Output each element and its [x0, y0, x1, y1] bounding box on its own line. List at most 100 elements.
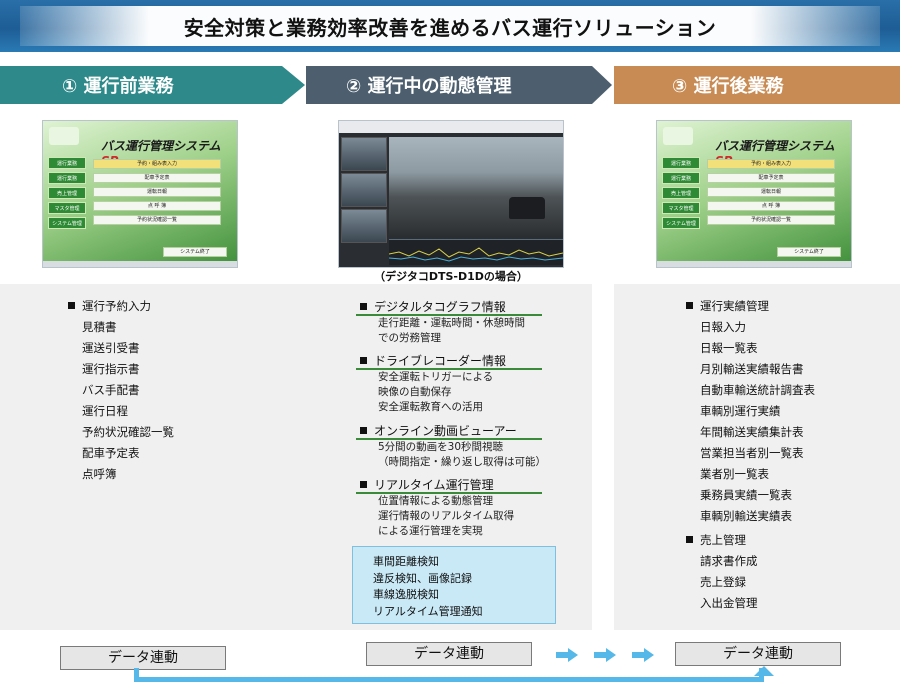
waveform-icon — [388, 247, 563, 262]
side-button: 運行業務 — [662, 157, 700, 169]
list-item: 運送引受書 — [82, 341, 140, 355]
section-heading: デジタルタコグラフ情報 — [356, 298, 542, 316]
phase-post-trip-label: ③ 運行後業務 — [672, 76, 784, 97]
section-line: 映像の自動保存 — [378, 386, 452, 398]
alert-item: 車線逸脱検知 — [373, 588, 439, 601]
menu-item: 運転日報 — [707, 187, 835, 197]
system-exit-button: システム終了 — [163, 247, 227, 257]
menu-item: 予約状況確認一覧 — [707, 215, 835, 225]
list-item: 営業担当者別一覧表 — [700, 446, 804, 460]
menu-item: 予約状況確認一覧 — [93, 215, 221, 225]
section-line: 安全運転トリガーによる — [378, 371, 494, 383]
list-item: 車輌別運行実績 — [700, 404, 781, 418]
list-item: 売上登録 — [700, 575, 746, 589]
list-item: 運行予約入力 — [68, 296, 174, 317]
data-link-box-post: データ連動 — [675, 642, 841, 666]
menu-item: 配車予定表 — [93, 173, 221, 183]
section-online-viewer: オンライン動画ビューアー 5分間の動画を30秒間視聴 （時間指定・繰り返し取得は… — [356, 422, 546, 470]
list-item: 年間輸送実績集計表 — [700, 425, 804, 439]
list-item: 車輌別輸送実績表 — [700, 509, 792, 523]
alert-item: 違反検知、画像記録 — [373, 571, 472, 585]
list-item: 点呼簿 — [82, 467, 117, 481]
sensor-graph — [388, 239, 563, 265]
page-title: 安全対策と業務効率改善を進めるバス運行ソリューション — [183, 15, 717, 40]
phase-pre-trip-header: ① 運行前業務 — [0, 66, 305, 104]
road-video-frame — [389, 137, 563, 237]
phase-in-trip-header: ② 運行中の動態管理 — [306, 66, 612, 104]
list-item: 運行実績管理 — [686, 296, 815, 317]
detection-features-box: 車間距離検知 違反検知、画像記録 車線逸脱検知 リアルタイム管理通知 — [352, 546, 556, 624]
section-drive-recorder: ドライブレコーダー情報 安全運転トリガーによる 映像の自動保存 安全運転教育への… — [356, 352, 542, 415]
side-button: 売上管理 — [662, 187, 700, 199]
list-item: バス手配書 — [82, 383, 140, 397]
viewer-toolbar — [339, 121, 563, 133]
phase-pre-trip-label: ① 運行前業務 — [62, 76, 174, 97]
side-button: システム管理 — [662, 217, 700, 229]
list-item: 配車予定表 — [82, 446, 140, 460]
bullet-icon — [360, 481, 367, 488]
side-button: マスタ管理 — [662, 202, 700, 214]
alert-item: 車間距離検知 — [373, 555, 439, 568]
bullet-icon — [360, 303, 367, 310]
list-item: 日報入力 — [700, 320, 746, 334]
data-link-box-in: データ連動 — [366, 642, 532, 666]
up-arrow-icon — [754, 666, 774, 676]
section-line: 5分間の動画を30秒間視聴 — [378, 441, 504, 453]
alert-item: リアルタイム管理通知 — [373, 604, 483, 618]
section-heading: オンライン動画ビューアー — [356, 422, 542, 440]
section-line: 走行距離・運転時間・休憩時間 — [378, 317, 525, 329]
section-realtime-management: リアルタイム運行管理 位置情報による動態管理 運行情報のリアルタイム取得 による… — [356, 476, 542, 539]
data-link-box-pre: データ連動 — [60, 646, 226, 670]
section-heading: リアルタイム運行管理 — [356, 476, 542, 494]
right-arrow-icon — [632, 648, 654, 662]
phase-post-trip-header: ③ 運行後業務 — [614, 66, 900, 104]
viewer-caption: （デジタコDTS-D1Dの場合） — [374, 270, 528, 283]
post-trip-list: 運行実績管理 日報入力 日報一覧表 月別輸送実績報告書 自動車輸送統計調査表 車… — [686, 296, 815, 614]
side-button: 運行業務 — [48, 157, 86, 169]
bullet-icon — [360, 357, 367, 364]
status-bar — [657, 261, 851, 267]
right-arrow-icon — [556, 648, 578, 662]
list-item: 予約状況確認一覧 — [82, 425, 174, 439]
right-arrow-icon — [594, 648, 616, 662]
camera-thumbnail — [341, 137, 387, 171]
menu-item: 予約・組み表入力 — [707, 159, 835, 169]
menu-item: 運転日報 — [93, 187, 221, 197]
side-button: 売上管理 — [48, 187, 86, 199]
camera-thumbnail — [341, 173, 387, 207]
phase-in-trip-label: ② 運行中の動態管理 — [346, 76, 512, 97]
list-item: 請求書作成 — [700, 554, 758, 568]
app-logo — [663, 127, 693, 145]
system-exit-button: システム終了 — [777, 247, 841, 257]
section-line: 位置情報による動態管理 — [378, 495, 494, 507]
header-banner: 安全対策と業務効率改善を進めるバス運行ソリューション — [0, 0, 900, 52]
bus-system-screenshot-post: バス運行管理システムSP 運行業務 運行業務 売上管理 マスタ管理 システム管理… — [656, 120, 852, 268]
list-item: 運行日程 — [82, 404, 128, 418]
menu-item: 配車予定表 — [707, 173, 835, 183]
section-line: （時間指定・繰り返し取得は可能） — [378, 456, 546, 468]
list-item: 乗務員実績一覧表 — [700, 488, 792, 502]
side-button: マスタ管理 — [48, 202, 86, 214]
bus-system-screenshot-pre: バス運行管理システムSP 運行業務 運行業務 売上管理 マスタ管理 システム管理… — [42, 120, 238, 268]
status-bar — [43, 261, 237, 267]
bullet-icon — [360, 427, 367, 434]
section-line: による運行管理を実現 — [378, 525, 483, 537]
list-item: 日報一覧表 — [700, 341, 758, 355]
section-heading: ドライブレコーダー情報 — [356, 352, 542, 370]
pre-trip-list: 運行予約入力 見積書 運送引受書 運行指示書 バス手配書 運行日程 予約状況確認… — [68, 296, 174, 485]
camera-thumbnail — [341, 209, 387, 243]
menu-item: 点 呼 簿 — [93, 201, 221, 211]
list-item: 月別輸送実績報告書 — [700, 362, 804, 376]
data-flow-connector — [134, 668, 764, 682]
list-item: 売上管理 — [686, 530, 815, 551]
vehicle-ahead — [509, 197, 545, 219]
list-item: 運行指示書 — [82, 362, 140, 376]
section-digital-tacho: デジタルタコグラフ情報 走行距離・運転時間・休憩時間 での労務管理 — [356, 298, 542, 346]
section-line: 運行情報のリアルタイム取得 — [378, 510, 515, 522]
list-item: 自動車輸送統計調査表 — [700, 383, 815, 397]
side-button: 運行業務 — [48, 172, 86, 184]
app-logo — [49, 127, 79, 145]
list-item: 入出金管理 — [700, 596, 758, 610]
banner-title-bar: 安全対策と業務効率改善を進めるバス運行ソリューション — [20, 6, 880, 46]
drive-recorder-viewer-screenshot — [338, 120, 564, 268]
